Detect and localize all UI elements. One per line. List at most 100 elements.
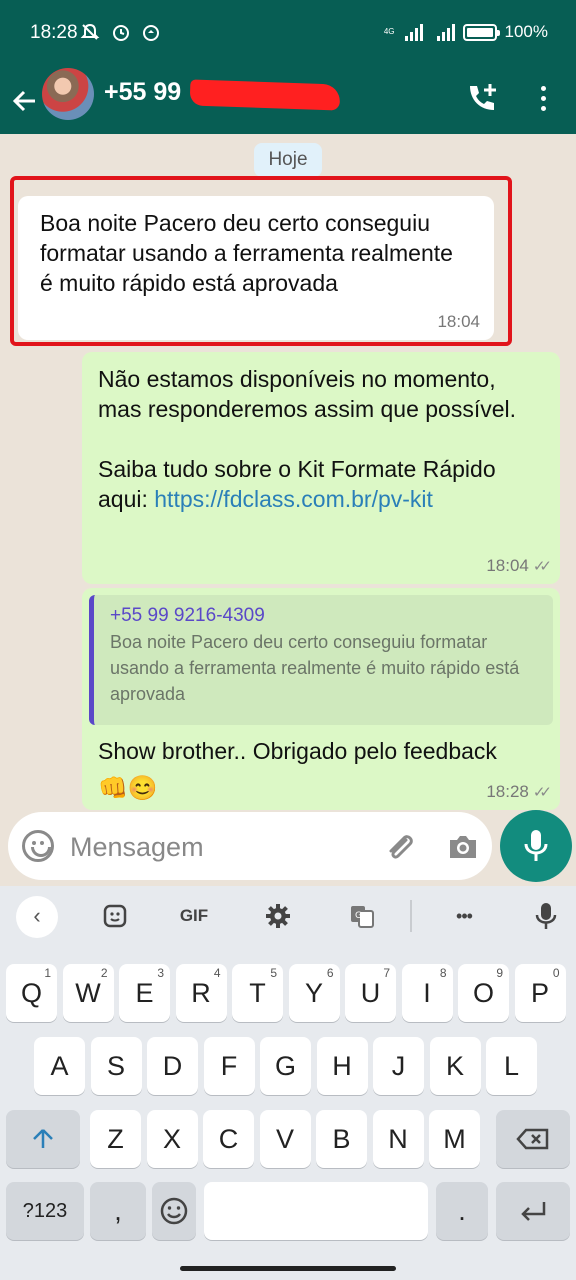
key-label: Q (20, 978, 42, 1008)
quoted-text: Boa noite Pacero deu certo conseguiu for… (110, 632, 520, 704)
emoji-icon[interactable] (22, 830, 54, 862)
key-number-hint: 7 (383, 966, 390, 980)
signal-icon (404, 23, 423, 41)
status-right: 4G 100% (384, 22, 548, 42)
back-arrow-icon[interactable] (10, 76, 40, 126)
key-label: I (423, 978, 431, 1008)
settings-gear-icon[interactable] (260, 898, 296, 934)
key-label: S (106, 1051, 125, 1081)
key-b[interactable]: B (316, 1110, 367, 1168)
key-label: P (530, 978, 549, 1008)
keyboard: ‹ GIF G ••• ?123 , . Q1W2E3R4T5Y6U7I8O9P… (0, 886, 576, 1280)
home-indicator[interactable] (180, 1266, 396, 1271)
emoji-fist-smile: 👊😊 (98, 774, 158, 802)
key-label: B (332, 1124, 351, 1154)
kit-link[interactable]: https://fdclass.com.br/pv-kit (154, 486, 433, 512)
contact-name[interactable]: +55 99 (104, 78, 181, 107)
quoted-message[interactable]: +55 99 9216-4309 Boa noite Pacero deu ce… (89, 595, 553, 725)
key-number-hint: 9 (496, 966, 503, 980)
outgoing-message-auto-reply[interactable]: Não estamos disponíveis no momento, mas … (82, 352, 560, 584)
key-a[interactable]: A (34, 1037, 85, 1095)
key-t[interactable]: T5 (232, 964, 283, 1022)
key-f[interactable]: F (203, 1037, 255, 1095)
incoming-message-text: Boa noite Pacero deu certo conseguiu for… (40, 210, 453, 296)
battery-percent: 100% (504, 22, 548, 41)
key-label: Y (304, 978, 323, 1008)
key-label: Z (107, 1124, 124, 1154)
read-ticks-icon: ✓✓ (532, 784, 552, 801)
key-u[interactable]: U7 (345, 964, 396, 1022)
key-label: D (162, 1051, 183, 1081)
emoji-key[interactable] (152, 1182, 196, 1240)
key-label: K (445, 1051, 464, 1081)
key-label: N (388, 1124, 408, 1154)
space-key[interactable] (204, 1182, 428, 1240)
key-l[interactable]: L (486, 1037, 537, 1095)
key-label: X (162, 1124, 181, 1154)
period-key[interactable]: . (436, 1182, 488, 1240)
network-type: 4G (383, 27, 395, 36)
key-label: F (220, 1051, 238, 1081)
reply-text-line: Show brother.. Obrigado pelo feedback 👊😊 (89, 725, 553, 807)
data-saver-icon (143, 25, 160, 41)
key-number-hint: 3 (157, 966, 164, 980)
key-h[interactable]: H (316, 1037, 368, 1095)
key-p[interactable]: P0 (514, 964, 566, 1022)
gif-button[interactable]: GIF (172, 898, 216, 934)
key-i[interactable]: I8 (401, 964, 453, 1022)
symbols-key[interactable]: ?123 (6, 1182, 84, 1240)
status-time: 18:28 (30, 22, 78, 43)
key-m[interactable]: M (429, 1110, 480, 1168)
key-q[interactable]: Q1 (6, 964, 57, 1022)
voice-typing-icon[interactable] (528, 898, 564, 934)
key-j[interactable]: J (373, 1037, 424, 1095)
enter-key[interactable] (496, 1182, 570, 1240)
shift-key[interactable] (6, 1110, 80, 1168)
backspace-key[interactable] (496, 1110, 570, 1168)
key-g[interactable]: G (260, 1037, 311, 1095)
outgoing-message-reply[interactable]: +55 99 9216-4309 Boa noite Pacero deu ce… (82, 588, 560, 810)
toolbar-divider (410, 900, 412, 932)
key-label: G (274, 1051, 296, 1081)
chat-area[interactable]: Hoje Boa noite Pacero deu certo consegui… (0, 134, 576, 894)
incoming-message[interactable]: Boa noite Pacero deu certo conseguiu for… (18, 196, 494, 340)
message-box[interactable]: Mensagem (8, 812, 492, 880)
quoted-author: +55 99 9216-4309 (110, 605, 265, 626)
key-o[interactable]: O9 (458, 964, 509, 1022)
paperclip-icon[interactable] (382, 830, 418, 866)
key-label: T (249, 978, 266, 1008)
sticker-icon[interactable] (98, 898, 132, 934)
collapse-toolbar-icon[interactable]: ‹ (16, 896, 58, 938)
signal-icon-2 (436, 23, 455, 41)
key-c[interactable]: C (203, 1110, 254, 1168)
comma-key[interactable]: , (90, 1182, 146, 1240)
key-n[interactable]: N (372, 1110, 424, 1168)
key-label: R (191, 978, 211, 1008)
key-x[interactable]: X (146, 1110, 198, 1168)
key-number-hint: 1 (44, 966, 51, 980)
key-s[interactable]: S (90, 1037, 142, 1095)
voice-record-button[interactable] (500, 810, 572, 882)
translate-icon[interactable]: G (344, 898, 380, 934)
message-input[interactable]: Mensagem (70, 832, 204, 863)
key-w[interactable]: W2 (62, 964, 114, 1022)
key-e[interactable]: E3 (119, 964, 170, 1022)
auto-reply-time-row: 18:04 ✓✓ (486, 556, 552, 576)
key-label: A (50, 1051, 69, 1081)
key-r[interactable]: R4 (175, 964, 227, 1022)
chat-header: +55 99 (0, 66, 576, 134)
date-chip: Hoje (254, 143, 322, 177)
key-label: J (391, 1051, 406, 1081)
avatar[interactable] (42, 68, 94, 120)
key-v[interactable]: V (259, 1110, 311, 1168)
keyboard-toolbar: ‹ GIF G ••• (0, 886, 576, 948)
key-y[interactable]: Y6 (288, 964, 340, 1022)
add-call-icon[interactable] (462, 78, 502, 118)
key-number-hint: 6 (326, 966, 334, 980)
more-icon[interactable]: ••• (444, 898, 484, 934)
key-z[interactable]: Z (90, 1110, 141, 1168)
key-d[interactable]: D (147, 1037, 198, 1095)
key-k[interactable]: K (429, 1037, 481, 1095)
camera-icon[interactable] (446, 830, 480, 864)
more-options-icon[interactable] (530, 78, 556, 118)
